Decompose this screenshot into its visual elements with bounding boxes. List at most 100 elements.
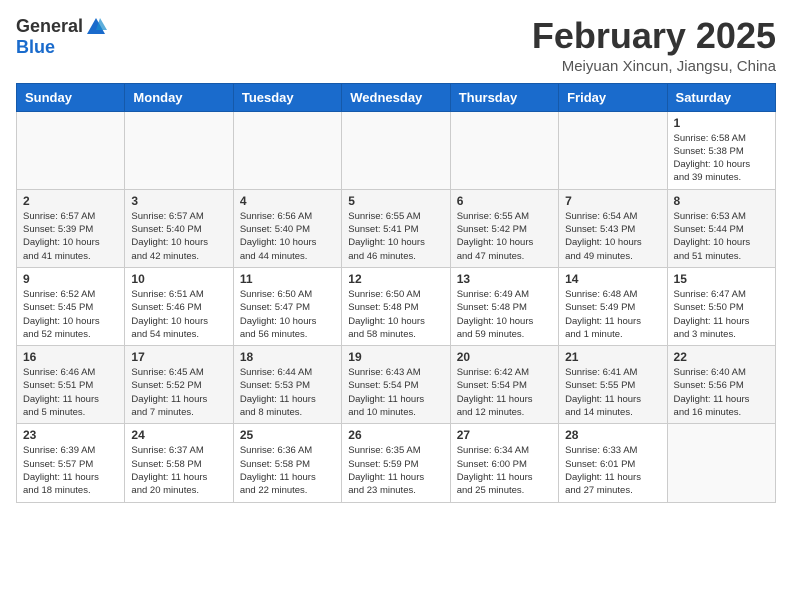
logo-general-text: General xyxy=(16,17,83,37)
calendar-cell: 1Sunrise: 6:58 AM Sunset: 5:38 PM Daylig… xyxy=(667,111,775,189)
calendar-cell xyxy=(125,111,233,189)
calendar-cell: 5 Sunrise: 6:55 AM Sunset: 5:41 PM Daylig… xyxy=(342,189,450,267)
calendar-cell: 24 Sunrise: 6:37 AM Sunset: 5:58 PM Dayli… xyxy=(125,424,233,502)
calendar-cell: 16 Sunrise: 6:46 AM Sunset: 5:51 PM Dayli… xyxy=(17,346,125,424)
calendar-week-row: 2 Sunrise: 6:57 AM Sunset: 5:39 PM Daylig… xyxy=(17,189,776,267)
day-info: Sunrise: 6:57 AM Sunset: 5:40 PM Dayligh… xyxy=(131,210,226,263)
day-number: 19 xyxy=(348,350,443,364)
calendar-header-row: SundayMondayTuesdayWednesdayThursdayFrid… xyxy=(17,83,776,111)
day-number: 9 xyxy=(23,272,118,286)
calendar-cell: 20 Sunrise: 6:42 AM Sunset: 5:54 PM Dayli… xyxy=(450,346,558,424)
day-number: 2 xyxy=(23,194,118,208)
day-info: Sunrise: 6:52 AM Sunset: 5:45 PM Dayligh… xyxy=(23,288,118,341)
weekday-header-thursday: Thursday xyxy=(450,83,558,111)
day-number: 5 xyxy=(348,194,443,208)
day-info: Sunrise: 6:36 AM Sunset: 5:58 PM Dayligh… xyxy=(240,444,335,497)
calendar-cell: 8 Sunrise: 6:53 AM Sunset: 5:44 PM Daylig… xyxy=(667,189,775,267)
calendar-cell xyxy=(667,424,775,502)
calendar-cell: 4 Sunrise: 6:56 AM Sunset: 5:40 PM Daylig… xyxy=(233,189,341,267)
calendar-cell: 28 Sunrise: 6:33 AM Sunset: 6:01 PM Dayli… xyxy=(559,424,667,502)
month-title: February 2025 xyxy=(532,16,776,56)
calendar-cell xyxy=(233,111,341,189)
day-info: Sunrise: 6:51 AM Sunset: 5:46 PM Dayligh… xyxy=(131,288,226,341)
day-info: Sunrise: 6:48 AM Sunset: 5:49 PM Dayligh… xyxy=(565,288,660,341)
day-number: 17 xyxy=(131,350,226,364)
weekday-header-monday: Monday xyxy=(125,83,233,111)
day-number: 27 xyxy=(457,428,552,442)
calendar-cell: 15 Sunrise: 6:47 AM Sunset: 5:50 PM Dayli… xyxy=(667,267,775,345)
calendar-cell: 3 Sunrise: 6:57 AM Sunset: 5:40 PM Daylig… xyxy=(125,189,233,267)
calendar-cell xyxy=(342,111,450,189)
day-info: Sunrise: 6:41 AM Sunset: 5:55 PM Dayligh… xyxy=(565,366,660,419)
day-number: 28 xyxy=(565,428,660,442)
day-number: 15 xyxy=(674,272,769,286)
calendar-cell: 18Sunrise: 6:44 AM Sunset: 5:53 PM Dayli… xyxy=(233,346,341,424)
calendar-cell: 22Sunrise: 6:40 AM Sunset: 5:56 PM Dayli… xyxy=(667,346,775,424)
day-info: Sunrise: 6:50 AM Sunset: 5:48 PM Dayligh… xyxy=(348,288,443,341)
day-number: 20 xyxy=(457,350,552,364)
day-info: Sunrise: 6:42 AM Sunset: 5:54 PM Dayligh… xyxy=(457,366,552,419)
weekday-header-tuesday: Tuesday xyxy=(233,83,341,111)
day-info: Sunrise: 6:43 AM Sunset: 5:54 PM Dayligh… xyxy=(348,366,443,419)
day-info: Sunrise: 6:46 AM Sunset: 5:51 PM Dayligh… xyxy=(23,366,118,419)
day-info: Sunrise: 6:55 AM Sunset: 5:42 PM Dayligh… xyxy=(457,210,552,263)
calendar-cell: 17 Sunrise: 6:45 AM Sunset: 5:52 PM Dayli… xyxy=(125,346,233,424)
calendar-cell: 27 Sunrise: 6:34 AM Sunset: 6:00 PM Dayli… xyxy=(450,424,558,502)
calendar-cell: 14 Sunrise: 6:48 AM Sunset: 5:49 PM Dayli… xyxy=(559,267,667,345)
day-number: 4 xyxy=(240,194,335,208)
day-info: Sunrise: 6:47 AM Sunset: 5:50 PM Dayligh… xyxy=(674,288,769,341)
calendar-cell: 19 Sunrise: 6:43 AM Sunset: 5:54 PM Dayli… xyxy=(342,346,450,424)
calendar-cell: 11Sunrise: 6:50 AM Sunset: 5:47 PM Dayli… xyxy=(233,267,341,345)
weekday-header-friday: Friday xyxy=(559,83,667,111)
logo-blue-text: Blue xyxy=(16,37,55,57)
day-number: 7 xyxy=(565,194,660,208)
weekday-header-saturday: Saturday xyxy=(667,83,775,111)
calendar-week-row: 16 Sunrise: 6:46 AM Sunset: 5:51 PM Dayli… xyxy=(17,346,776,424)
day-number: 24 xyxy=(131,428,226,442)
day-number: 13 xyxy=(457,272,552,286)
calendar-cell: 12Sunrise: 6:50 AM Sunset: 5:48 PM Dayli… xyxy=(342,267,450,345)
day-number: 18 xyxy=(240,350,335,364)
day-info: Sunrise: 6:49 AM Sunset: 5:48 PM Dayligh… xyxy=(457,288,552,341)
calendar-cell xyxy=(450,111,558,189)
calendar-cell: 23Sunrise: 6:39 AM Sunset: 5:57 PM Dayli… xyxy=(17,424,125,502)
day-info: Sunrise: 6:45 AM Sunset: 5:52 PM Dayligh… xyxy=(131,366,226,419)
day-number: 3 xyxy=(131,194,226,208)
calendar-cell: 9 Sunrise: 6:52 AM Sunset: 5:45 PM Daylig… xyxy=(17,267,125,345)
day-info: Sunrise: 6:56 AM Sunset: 5:40 PM Dayligh… xyxy=(240,210,335,263)
calendar-cell: 7Sunrise: 6:54 AM Sunset: 5:43 PM Daylig… xyxy=(559,189,667,267)
calendar-week-row: 9 Sunrise: 6:52 AM Sunset: 5:45 PM Daylig… xyxy=(17,267,776,345)
calendar-cell: 13 Sunrise: 6:49 AM Sunset: 5:48 PM Dayli… xyxy=(450,267,558,345)
location: Meiyuan Xincun, Jiangsu, China xyxy=(532,58,776,75)
day-info: Sunrise: 6:34 AM Sunset: 6:00 PM Dayligh… xyxy=(457,444,552,497)
day-number: 1 xyxy=(674,116,769,130)
day-number: 14 xyxy=(565,272,660,286)
day-number: 8 xyxy=(674,194,769,208)
calendar-cell xyxy=(17,111,125,189)
day-number: 10 xyxy=(131,272,226,286)
weekday-header-wednesday: Wednesday xyxy=(342,83,450,111)
day-number: 25 xyxy=(240,428,335,442)
day-number: 16 xyxy=(23,350,118,364)
day-info: Sunrise: 6:37 AM Sunset: 5:58 PM Dayligh… xyxy=(131,444,226,497)
weekday-header-sunday: Sunday xyxy=(17,83,125,111)
day-info: Sunrise: 6:55 AM Sunset: 5:41 PM Dayligh… xyxy=(348,210,443,263)
day-info: Sunrise: 6:35 AM Sunset: 5:59 PM Dayligh… xyxy=(348,444,443,497)
day-info: Sunrise: 6:53 AM Sunset: 5:44 PM Dayligh… xyxy=(674,210,769,263)
page-header: General Blue February 2025 Meiyuan Xincu… xyxy=(16,16,776,75)
calendar-cell: 26 Sunrise: 6:35 AM Sunset: 5:59 PM Dayli… xyxy=(342,424,450,502)
day-number: 21 xyxy=(565,350,660,364)
calendar-cell: 6Sunrise: 6:55 AM Sunset: 5:42 PM Daylig… xyxy=(450,189,558,267)
calendar-week-row: 1Sunrise: 6:58 AM Sunset: 5:38 PM Daylig… xyxy=(17,111,776,189)
logo: General Blue xyxy=(16,16,107,58)
day-info: Sunrise: 6:57 AM Sunset: 5:39 PM Dayligh… xyxy=(23,210,118,263)
calendar-table: SundayMondayTuesdayWednesdayThursdayFrid… xyxy=(16,83,776,503)
title-area: February 2025 Meiyuan Xincun, Jiangsu, C… xyxy=(532,16,776,75)
calendar-week-row: 23Sunrise: 6:39 AM Sunset: 5:57 PM Dayli… xyxy=(17,424,776,502)
day-number: 26 xyxy=(348,428,443,442)
day-info: Sunrise: 6:50 AM Sunset: 5:47 PM Dayligh… xyxy=(240,288,335,341)
calendar-cell xyxy=(559,111,667,189)
day-info: Sunrise: 6:33 AM Sunset: 6:01 PM Dayligh… xyxy=(565,444,660,497)
logo-icon xyxy=(85,16,107,38)
day-number: 23 xyxy=(23,428,118,442)
